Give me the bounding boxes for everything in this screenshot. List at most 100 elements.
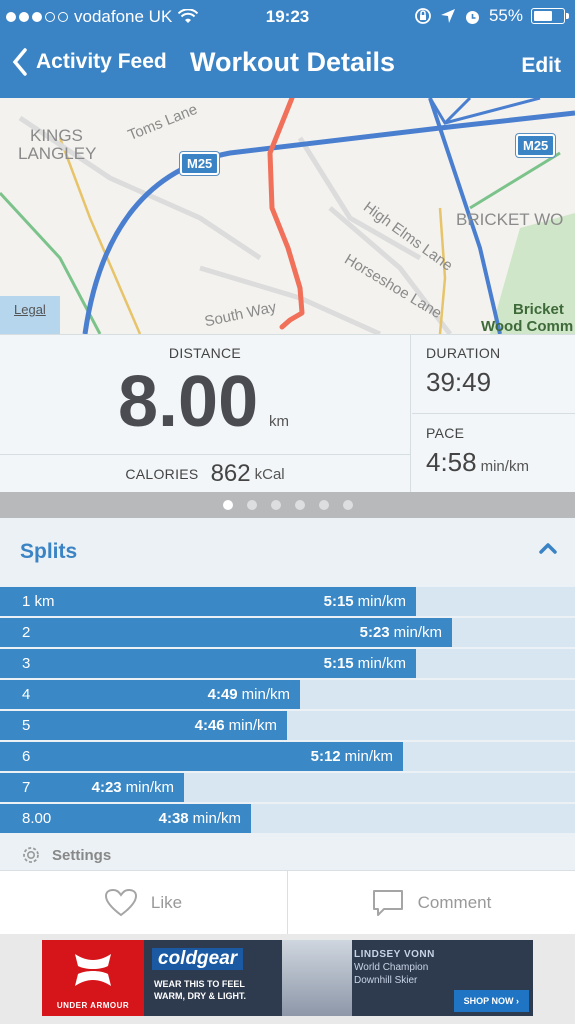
like-label: Like bbox=[150, 892, 183, 912]
split-row: 1 km 5:15 min/km bbox=[0, 587, 575, 616]
split-row: 3 5:15 min/km bbox=[0, 649, 575, 678]
distance-unit: km bbox=[269, 413, 289, 430]
pace-unit: min/km bbox=[480, 458, 529, 475]
motorway-shield-left: M25 bbox=[180, 152, 220, 175]
ad-tagline-1: WEAR THIS TO FEEL bbox=[154, 979, 245, 989]
split-km-label: 1 km bbox=[22, 593, 55, 610]
map-label-langley: LANGLEY bbox=[18, 144, 97, 163]
distance-box: DISTANCE 8.00 km bbox=[0, 335, 411, 455]
ad-product: coldgear bbox=[152, 948, 244, 970]
split-km-label: 5 bbox=[22, 717, 31, 734]
split-pace-unit: min/km bbox=[228, 717, 277, 734]
duration-box: DURATION 39:49 bbox=[412, 335, 575, 414]
comment-label: Comment bbox=[417, 892, 492, 912]
page-dot[interactable] bbox=[246, 500, 257, 510]
rotation-lock-icon bbox=[415, 8, 431, 24]
pace-label: PACE bbox=[426, 425, 465, 441]
ad-athlete-line-1: World Champion bbox=[354, 962, 429, 973]
map-label-bricket: Bricket bbox=[513, 301, 564, 318]
split-pace: 4:46 min/km bbox=[195, 717, 277, 734]
chevron-up-icon[interactable] bbox=[539, 542, 557, 554]
split-pace: 4:38 min/km bbox=[159, 810, 241, 827]
split-km-label: 8.00 bbox=[22, 810, 52, 827]
pace-box: PACE 4:58 min/km bbox=[412, 415, 575, 493]
route-map[interactable]: KINGS LANGLEY Toms Lane High Elms Lane H… bbox=[0, 98, 575, 334]
under-armour-logo: UNDER ARMOUR bbox=[42, 940, 144, 1016]
action-bar: Like Comment bbox=[0, 870, 575, 934]
calories-value: 862 bbox=[210, 460, 251, 487]
page-indicator[interactable] bbox=[0, 492, 575, 518]
split-pace: 5:23 min/km bbox=[360, 624, 442, 641]
settings-label: Settings bbox=[52, 846, 112, 864]
split-row: 8.00 4:38 min/km bbox=[0, 804, 575, 833]
map-label-wood-comm: Wood Comm bbox=[481, 318, 574, 334]
calories-label: CALORIES bbox=[125, 466, 199, 482]
under-armour-name: UNDER ARMOUR bbox=[56, 1001, 130, 1010]
ad-tagline-2: WARM, DRY & LIGHT. bbox=[154, 991, 246, 1001]
split-pace-value: 4:46 bbox=[194, 717, 225, 734]
split-km-label: 2 bbox=[22, 624, 31, 641]
page-dot[interactable] bbox=[270, 500, 281, 510]
map-label-bricket-wo: BRICKET WO bbox=[456, 210, 564, 229]
back-button[interactable]: Activity Feed bbox=[12, 48, 167, 76]
page-dot[interactable] bbox=[318, 500, 329, 510]
page-dot[interactable] bbox=[342, 500, 353, 510]
ad-banner[interactable]: UNDER ARMOUR coldgear WEAR THIS TO FEEL … bbox=[42, 940, 533, 1016]
distance-label: DISTANCE bbox=[168, 345, 242, 361]
navigation-bar: Activity Feed Workout Details Edit bbox=[0, 40, 575, 92]
map-legal-link[interactable]: Legal bbox=[14, 302, 46, 317]
gear-icon bbox=[23, 847, 39, 863]
split-pace-value: 4:23 bbox=[91, 779, 122, 796]
split-row: 7 4:23 min/km bbox=[0, 773, 575, 802]
duration-value: 39:49 bbox=[426, 367, 492, 397]
top-bar: vodafone UK 19:23 55% Activity Feed Work… bbox=[0, 0, 575, 98]
split-km-label: 3 bbox=[22, 655, 31, 672]
like-button[interactable]: Like bbox=[0, 871, 288, 934]
ad-athlete-line-2: Downhill Skier bbox=[354, 975, 418, 986]
page-dot[interactable] bbox=[222, 500, 233, 510]
calories-unit: kCal bbox=[254, 465, 285, 483]
ad-athlete-image bbox=[282, 940, 352, 1016]
split-pace: 4:49 min/km bbox=[208, 686, 290, 703]
split-pace-value: 5:12 bbox=[310, 748, 341, 765]
comment-button[interactable]: Comment bbox=[288, 871, 575, 934]
split-pace-unit: min/km bbox=[393, 624, 442, 641]
split-row: 5 4:46 min/km bbox=[0, 711, 575, 740]
pace-readout: 4:58 min/km bbox=[426, 447, 575, 478]
edit-button[interactable]: Edit bbox=[521, 54, 561, 78]
shop-now-button[interactable]: SHOP NOW › bbox=[453, 990, 529, 1012]
split-km-label: 7 bbox=[22, 779, 31, 796]
back-button-label: Activity Feed bbox=[36, 50, 167, 73]
settings-button[interactable]: Settings bbox=[20, 844, 111, 866]
motorway-shield-right: M25 bbox=[516, 134, 556, 157]
split-pace-unit: min/km bbox=[192, 810, 241, 827]
ad-tagline: WEAR THIS TO FEEL WARM, DRY & LIGHT. bbox=[154, 978, 284, 1002]
ad-banner-area: UNDER ARMOUR coldgear WEAR THIS TO FEEL … bbox=[0, 934, 575, 1024]
ad-athlete-name: LINDSEY VONN bbox=[354, 949, 435, 960]
battery-icon bbox=[531, 8, 569, 24]
split-pace: 5:12 min/km bbox=[311, 748, 393, 765]
split-row: 2 5:23 min/km bbox=[0, 618, 575, 647]
splits-title[interactable]: Splits bbox=[20, 540, 77, 564]
location-arrow-icon bbox=[440, 9, 455, 23]
split-row: 6 5:12 min/km bbox=[0, 742, 575, 771]
split-pace-value: 4:49 bbox=[207, 686, 238, 703]
duration-label: DURATION bbox=[426, 345, 501, 361]
heart-icon bbox=[104, 888, 137, 916]
chevron-left-icon bbox=[12, 48, 27, 76]
split-pace-unit: min/km bbox=[125, 779, 174, 796]
page-dot[interactable] bbox=[294, 500, 305, 510]
comment-icon bbox=[372, 889, 403, 916]
split-pace: 5:15 min/km bbox=[324, 593, 406, 610]
distance-value: 8.00 bbox=[118, 362, 259, 442]
split-pace: 4:23 min/km bbox=[92, 779, 174, 796]
split-pace-value: 5:23 bbox=[359, 624, 390, 641]
split-pace-unit: min/km bbox=[357, 593, 406, 610]
split-pace-unit: min/km bbox=[241, 686, 290, 703]
status-bar: vodafone UK 19:23 55% bbox=[0, 0, 575, 34]
split-row: 4 4:49 min/km bbox=[0, 680, 575, 709]
status-right: 55% bbox=[414, 6, 569, 26]
calories-box: CALORIES 862 kCal bbox=[0, 455, 411, 493]
pace-value: 4:58 bbox=[426, 447, 477, 477]
map-label-kings: KINGS bbox=[30, 126, 83, 145]
